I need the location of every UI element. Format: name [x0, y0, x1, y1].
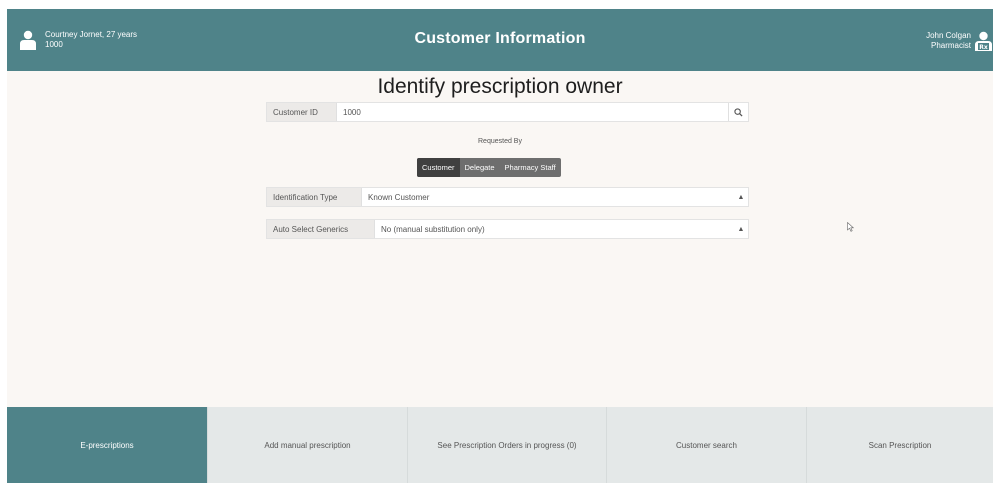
caret-icon: ▲ [737, 225, 745, 233]
requested-by-pharmacy-staff[interactable]: Pharmacy Staff [500, 158, 561, 177]
tab-e-prescriptions[interactable]: E-prescriptions [7, 407, 208, 483]
pharmacist-icon: Rx [975, 31, 992, 51]
customer-id-label: Customer ID [267, 103, 337, 121]
auto-select-generics-row[interactable]: Auto Select Generics No (manual substitu… [266, 219, 749, 239]
footer-nav: E-prescriptions Add manual prescription … [7, 407, 993, 483]
requested-by-toggle: Customer Delegate Pharmacy Staff [417, 158, 561, 177]
customer-id-input[interactable]: 1000 [337, 108, 728, 117]
header-bar: Courtney Jornet, 27 years 1000 Customer … [7, 9, 993, 71]
identification-type-label: Identification Type [267, 188, 362, 206]
requested-by-customer[interactable]: Customer [417, 158, 460, 177]
app-window: Courtney Jornet, 27 years 1000 Customer … [7, 9, 993, 483]
tab-customer-search[interactable]: Customer search [607, 407, 807, 483]
requested-by-delegate[interactable]: Delegate [460, 158, 500, 177]
search-icon [734, 107, 743, 117]
identification-type-select[interactable]: Known Customer [362, 193, 734, 202]
customer-id-row: Customer ID 1000 [266, 102, 749, 122]
search-button[interactable] [728, 103, 748, 121]
requested-by-label: Requested By [478, 138, 522, 145]
cursor-icon [847, 222, 854, 232]
svg-text:Rx: Rx [979, 44, 988, 51]
auto-select-generics-label: Auto Select Generics [267, 220, 375, 238]
tab-prescription-orders-in-progress[interactable]: See Prescription Orders in progress (0) [408, 407, 607, 483]
header-title: Customer Information [414, 30, 586, 47]
page-title: Identify prescription owner [377, 75, 623, 98]
user-name: John Colgan [926, 31, 971, 40]
current-user[interactable]: John Colgan Pharmacist Rx [926, 31, 993, 51]
auto-select-generics-select[interactable]: No (manual substitution only) [375, 225, 734, 234]
identification-type-row[interactable]: Identification Type Known Customer ▲ [266, 187, 749, 207]
caret-icon: ▲ [737, 193, 745, 201]
user-role: Pharmacist [930, 41, 971, 50]
tab-scan-prescription[interactable]: Scan Prescription [807, 407, 993, 483]
tab-add-manual-prescription[interactable]: Add manual prescription [208, 407, 408, 483]
